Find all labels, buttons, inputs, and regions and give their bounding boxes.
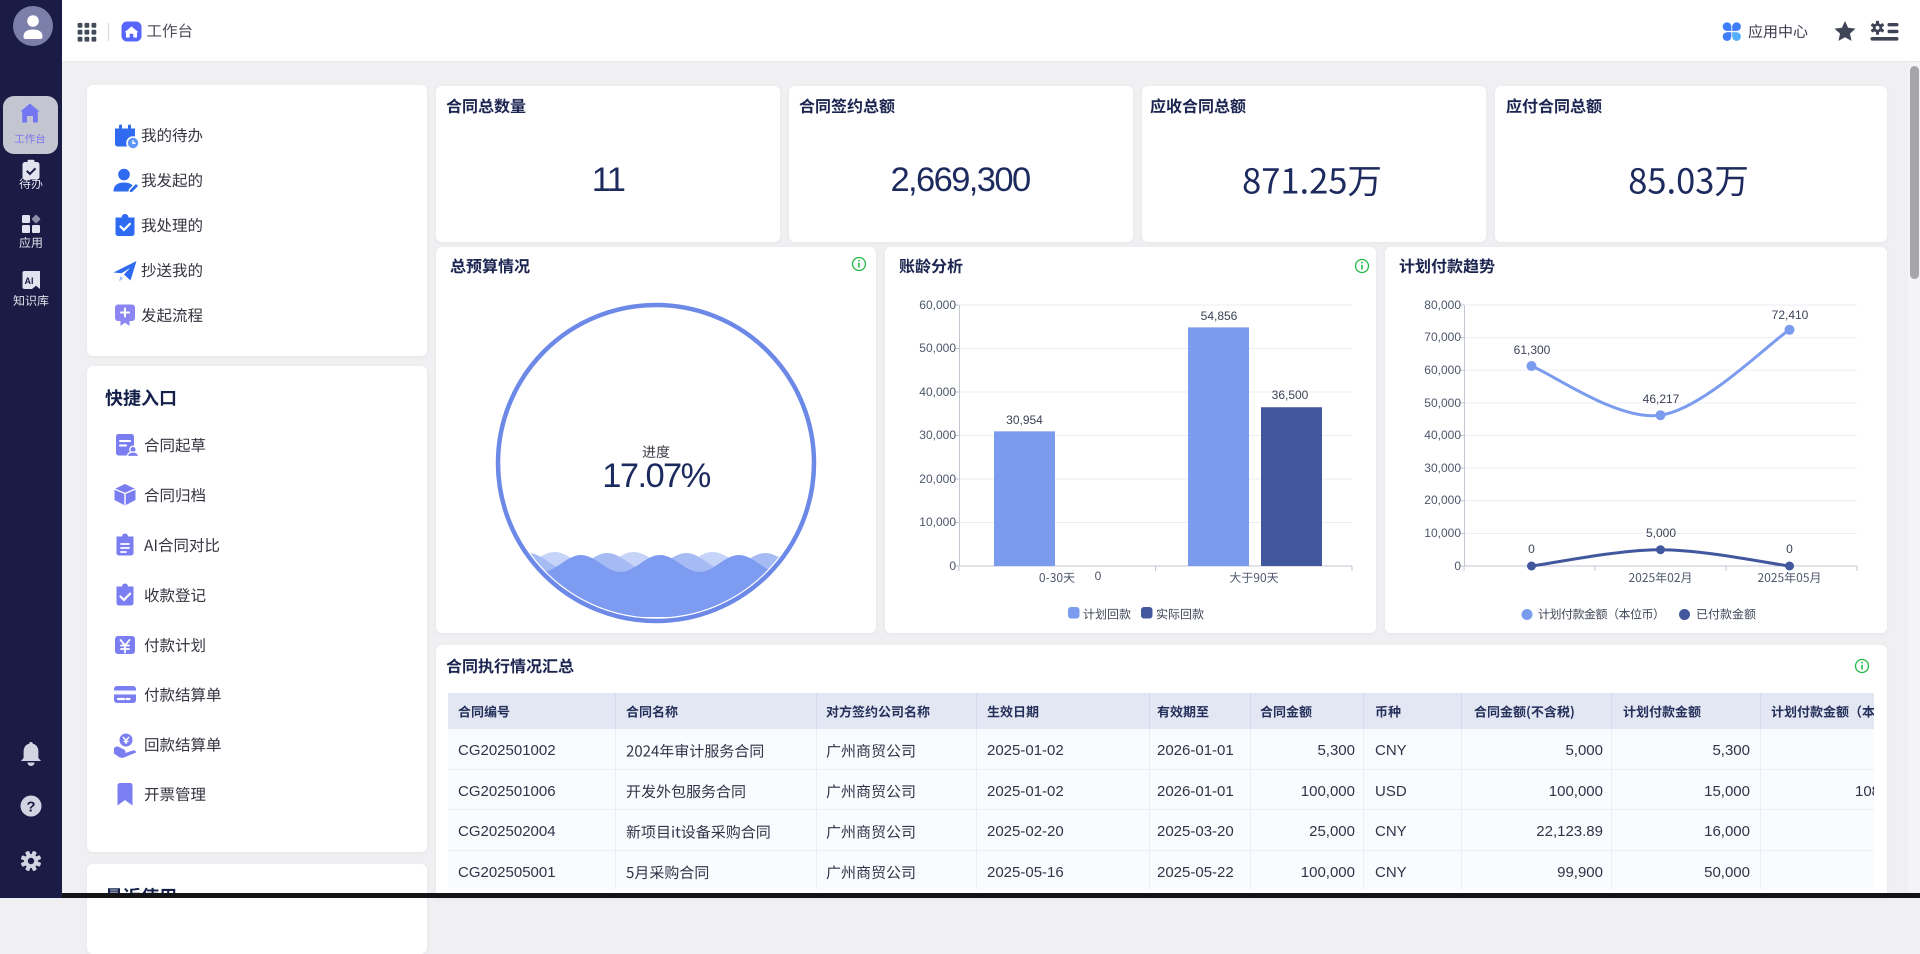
svg-text:AI: AI (25, 276, 34, 286)
svg-text:?: ? (26, 799, 35, 816)
